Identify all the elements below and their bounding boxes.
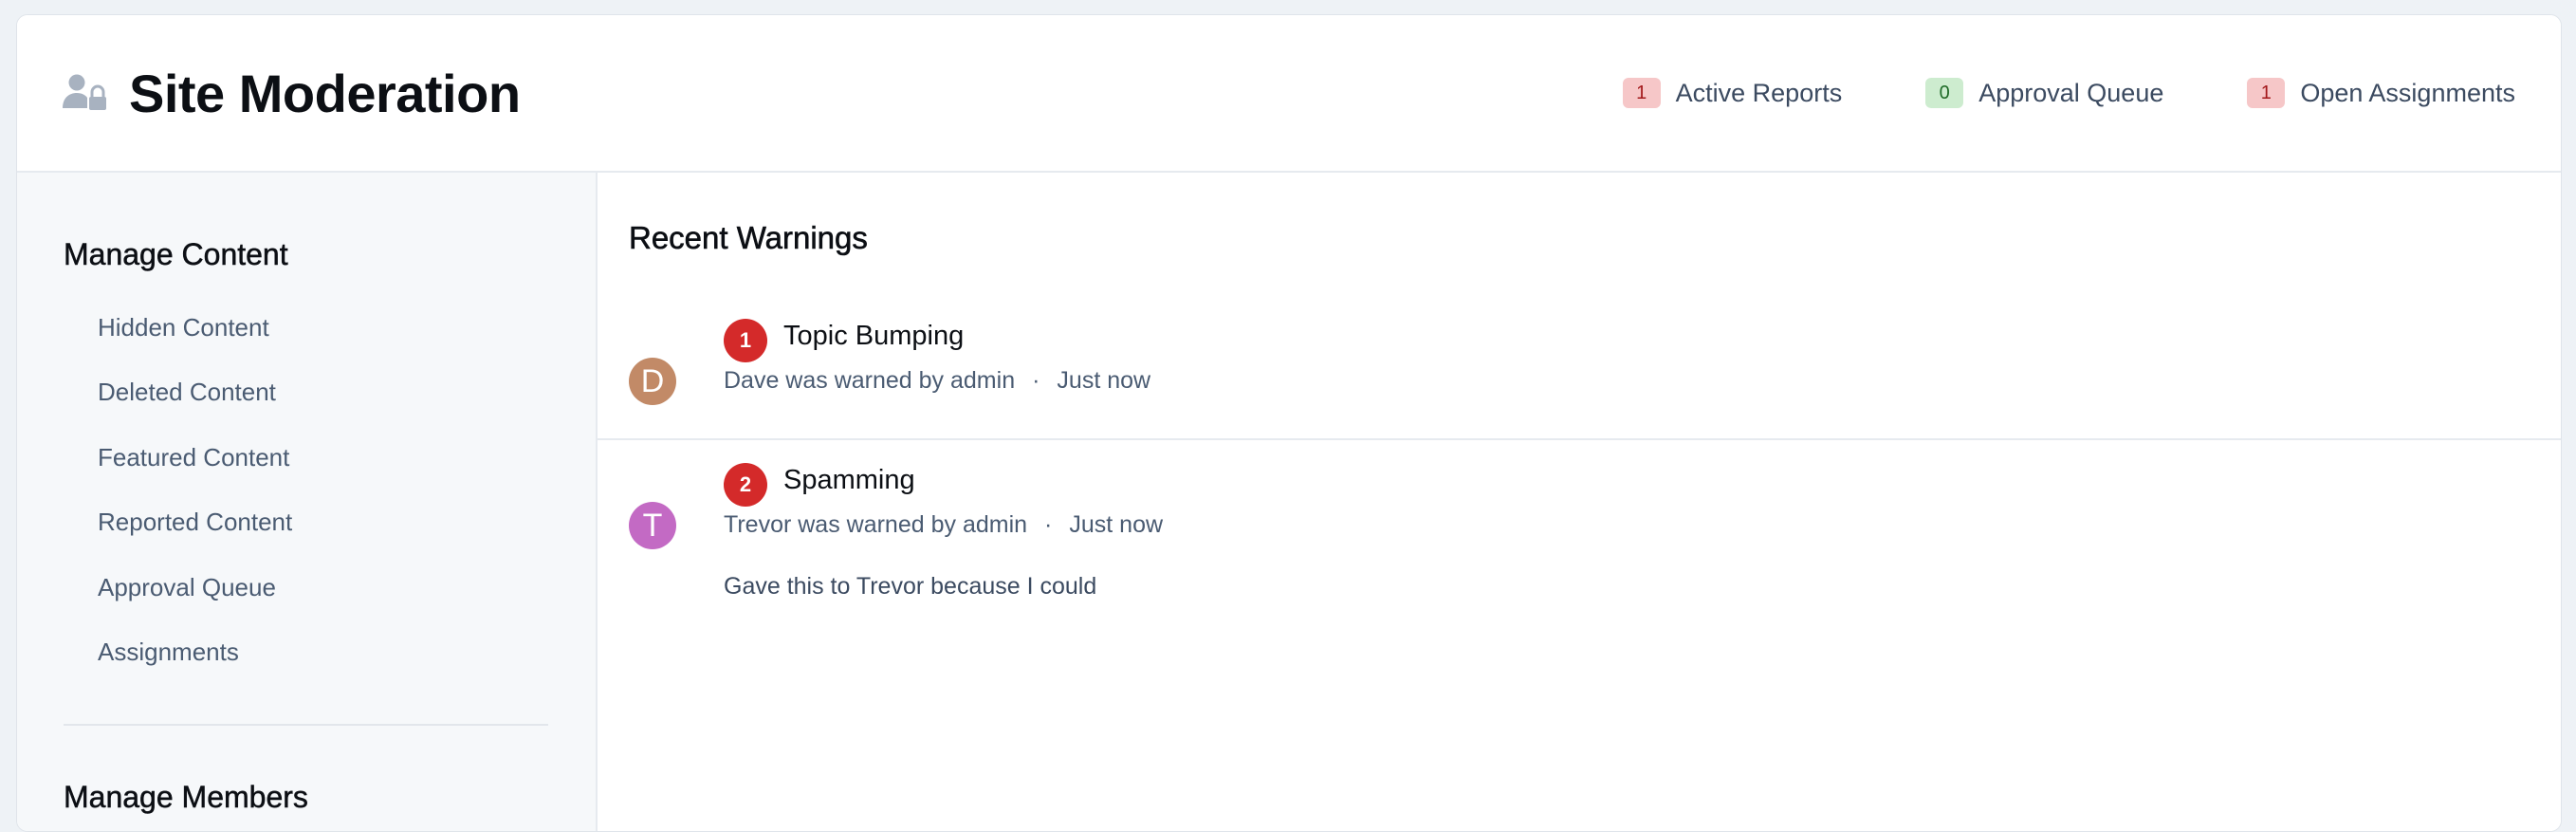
user-lock-icon <box>63 70 108 116</box>
sidebar-item-approval-queue[interactable]: Approval Queue <box>98 573 276 602</box>
warning-meta: Trevor was warned by admin · Just now <box>724 511 1163 539</box>
avatar[interactable]: D <box>629 358 676 405</box>
sidebar: Manage Content Hidden Content Deleted Co… <box>17 173 598 831</box>
open-assignments-label: Open Assignments <box>2300 78 2515 107</box>
section-title: Recent Warnings <box>629 220 868 256</box>
stats-bar: 1 Active Reports 0 Approval Queue 1 Open… <box>1622 15 2515 171</box>
sidebar-item-featured-content[interactable]: Featured Content <box>98 443 289 472</box>
active-reports-label: Active Reports <box>1675 78 1843 107</box>
manage-members-heading: Manage Members <box>64 780 308 815</box>
title-group: Site Moderation <box>63 15 521 171</box>
sidebar-item-hidden-content[interactable]: Hidden Content <box>98 313 269 342</box>
warning-points-badge: 1 <box>724 319 767 362</box>
warning-title[interactable]: Spamming <box>783 465 915 496</box>
manage-content-heading: Manage Content <box>64 237 288 272</box>
meta-separator: · <box>1032 367 1040 394</box>
warning-note: Gave this to Trevor because I could <box>724 573 1097 600</box>
sidebar-item-reported-content[interactable]: Reported Content <box>98 508 292 537</box>
warning-time: Just now <box>1057 367 1151 394</box>
page-title: Site Moderation <box>129 63 521 123</box>
avatar[interactable]: T <box>629 502 676 549</box>
warning-points-badge: 2 <box>724 463 767 507</box>
warning-time: Just now <box>1069 511 1164 538</box>
moderation-panel: Site Moderation 1 Active Reports 0 Appro… <box>16 14 2562 832</box>
warning-item: T 2 Spamming Trevor was warned by admin ·… <box>598 450 2561 639</box>
warning-meta-text: Dave was warned by admin <box>724 367 1016 394</box>
recent-warnings-panel: Recent Warnings D 1 Topic Bumping Dave w… <box>598 173 2561 831</box>
sidebar-item-deleted-content[interactable]: Deleted Content <box>98 378 276 407</box>
approval-queue-count-badge: 0 <box>1925 78 1964 108</box>
active-reports-count-badge: 1 <box>1622 78 1661 108</box>
stat-active-reports[interactable]: 1 Active Reports <box>1622 78 1843 108</box>
open-assignments-count-badge: 1 <box>2247 78 2286 108</box>
page-header: Site Moderation 1 Active Reports 0 Appro… <box>17 15 2561 173</box>
warning-divider <box>598 438 2561 440</box>
warning-title[interactable]: Topic Bumping <box>783 321 964 352</box>
warning-meta-text: Trevor was warned by admin <box>724 511 1028 538</box>
warning-meta: Dave was warned by admin · Just now <box>724 367 1150 395</box>
meta-separator: · <box>1044 511 1053 538</box>
stat-approval-queue[interactable]: 0 Approval Queue <box>1925 78 2163 108</box>
sidebar-divider <box>64 724 548 726</box>
warning-item: D 1 Topic Bumping Dave was warned by adm… <box>598 305 2561 438</box>
sidebar-item-assignments[interactable]: Assignments <box>98 638 239 667</box>
stat-open-assignments[interactable]: 1 Open Assignments <box>2247 78 2515 108</box>
approval-queue-label: Approval Queue <box>1978 78 2164 107</box>
